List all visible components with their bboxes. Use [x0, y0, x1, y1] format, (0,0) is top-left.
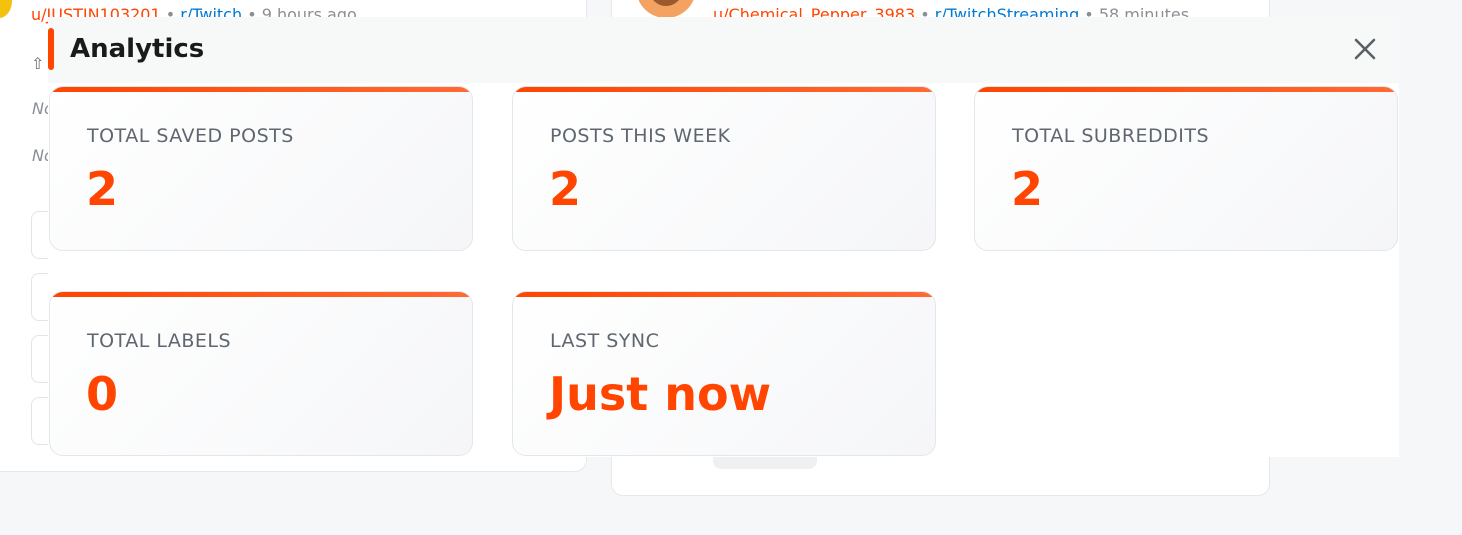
stat-label: POSTS THIS WEEK — [550, 125, 731, 147]
card-accent-bar — [50, 87, 472, 92]
stat-label: TOTAL SUBREDDITS — [1012, 125, 1210, 147]
card-accent-bar — [513, 87, 935, 92]
close-icon — [1354, 38, 1376, 60]
stat-value: 0 — [86, 367, 119, 421]
analytics-modal: Analytics TOTAL SAVED POSTS 2 POSTS THIS… — [48, 17, 1399, 457]
stat-value: 2 — [86, 162, 119, 216]
stat-value: Just now — [549, 367, 772, 421]
modal-header: Analytics — [48, 17, 1399, 83]
action-button[interactable] — [713, 455, 817, 469]
stat-card-total-subreddits: TOTAL SUBREDDITS 2 — [974, 86, 1398, 251]
upvote-icon[interactable]: ⇧ — [31, 54, 44, 73]
stat-label: TOTAL SAVED POSTS — [87, 125, 294, 147]
stat-card-total-saved-posts: TOTAL SAVED POSTS 2 — [49, 86, 473, 251]
stat-value: 2 — [1011, 162, 1044, 216]
card-accent-bar — [50, 292, 472, 297]
stat-label: TOTAL LABELS — [87, 330, 232, 352]
card-accent-bar — [513, 292, 935, 297]
stat-card-posts-this-week: POSTS THIS WEEK 2 — [512, 86, 936, 251]
stat-card-last-sync: LAST SYNC Just now — [512, 291, 936, 456]
stat-value: 2 — [549, 162, 582, 216]
close-button[interactable] — [1350, 34, 1380, 64]
stat-label: LAST SYNC — [550, 330, 660, 352]
stat-card-total-labels: TOTAL LABELS 0 — [49, 291, 473, 456]
card-accent-bar — [975, 87, 1397, 92]
modal-title: Analytics — [70, 34, 205, 64]
title-accent-bar — [48, 28, 54, 70]
